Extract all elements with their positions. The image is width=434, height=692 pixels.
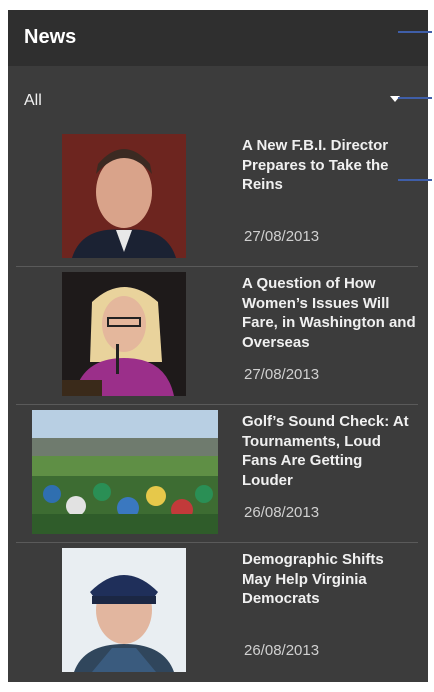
golf-crowd-cheering-image: [32, 410, 218, 534]
article-date: 26/08/2013: [244, 504, 320, 521]
article-headline: Golf’s Sound Check: At Tournaments, Loud…: [242, 413, 409, 489]
annotation-line: [398, 179, 432, 181]
man-in-suit-portrait-image: [62, 134, 186, 258]
list-item[interactable]: A Question of How Women’s Issues Will Fa…: [8, 266, 428, 404]
article-date: 26/08/2013: [244, 642, 320, 659]
article-thumbnail: [62, 548, 186, 672]
app-screen: News All A New F.B.I. Director Prepares …: [8, 10, 428, 682]
list-item[interactable]: Golf’s Sound Check: At Tournaments, Loud…: [8, 404, 428, 542]
list-item[interactable]: Demographic Shifts May Help Virginia Dem…: [8, 542, 428, 680]
list-item[interactable]: A New F.B.I. Director Prepares to Take t…: [8, 128, 428, 266]
article-thumbnail: [62, 272, 186, 396]
article-date: 27/08/2013: [244, 366, 320, 383]
article-headline: Demographic Shifts May Help Virginia Dem…: [242, 551, 384, 607]
man-in-cap-portrait-image: [62, 548, 186, 672]
annotation-line: [398, 97, 432, 99]
top-app-bar: News: [8, 10, 428, 66]
filter-selected-value: All: [24, 92, 42, 109]
article-thumbnail: [32, 410, 218, 534]
page-title: News: [24, 26, 77, 48]
article-thumbnail: [62, 134, 186, 258]
woman-speaking-at-hearing-image: [62, 272, 186, 396]
category-filter-dropdown[interactable]: All: [8, 66, 428, 128]
annotation-line: [398, 31, 432, 33]
article-headline: A Question of How Women’s Issues Will Fa…: [242, 275, 416, 351]
article-headline: A New F.B.I. Director Prepares to Take t…: [242, 137, 389, 193]
article-date: 27/08/2013: [244, 228, 320, 245]
